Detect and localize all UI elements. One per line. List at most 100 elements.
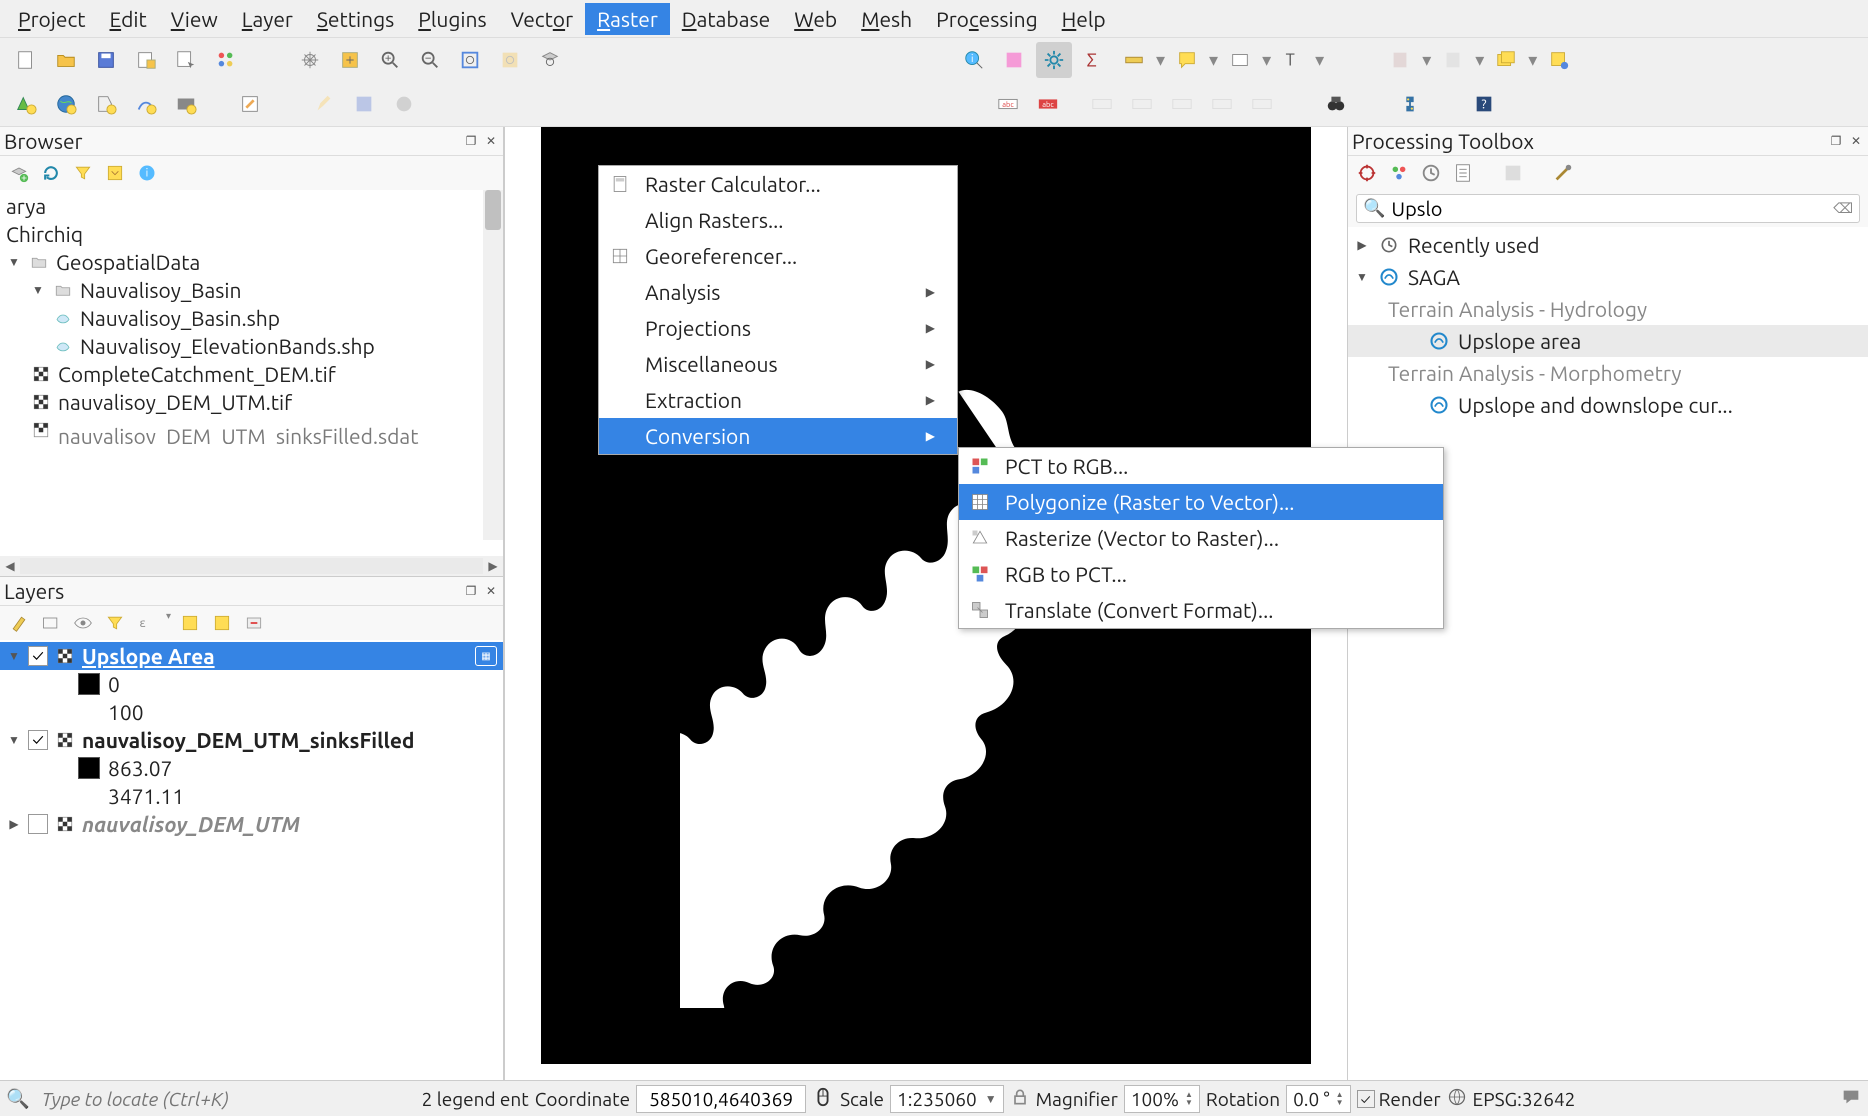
menu-raster[interactable]: Raster bbox=[585, 3, 670, 35]
menu-item-rasterize[interactable]: Rasterize (Vector to Raster)... bbox=[959, 520, 1443, 556]
menu-item-extraction[interactable]: Extraction▶ bbox=[599, 382, 957, 418]
expression-icon[interactable]: ε bbox=[134, 610, 160, 636]
clear-icon[interactable]: ⌫ bbox=[1833, 200, 1853, 217]
history-icon[interactable] bbox=[1418, 160, 1444, 186]
paste-icon[interactable] bbox=[1382, 42, 1418, 78]
style-icon[interactable] bbox=[6, 610, 32, 636]
menu-item-align-rasters[interactable]: Align Rasters... bbox=[599, 202, 957, 238]
undock-icon[interactable]: ❐ bbox=[462, 132, 480, 150]
gear-icon[interactable] bbox=[1036, 42, 1072, 78]
collapse-all-icon[interactable] bbox=[209, 610, 235, 636]
browser-item[interactable]: Chirchiq bbox=[2, 220, 503, 248]
properties-icon[interactable]: i bbox=[134, 160, 160, 186]
text-annotation-icon[interactable]: T bbox=[1275, 42, 1311, 78]
new-project-icon[interactable] bbox=[8, 42, 44, 78]
processing-search[interactable]: 🔍 ⌫ bbox=[1356, 194, 1860, 223]
label-tool-3-icon[interactable] bbox=[1164, 86, 1200, 122]
zoom-layer-icon[interactable] bbox=[532, 42, 568, 78]
layers-tree[interactable]: ▼ ✓ Upslope Area ▦ 0 100 ▼ ✓ nauvalisoy_… bbox=[0, 640, 503, 1080]
undock-icon[interactable]: ❐ bbox=[462, 582, 480, 600]
proc-item[interactable]: Terrain Analysis - Hydrology bbox=[1348, 293, 1868, 325]
menu-item-pct-to-rgb[interactable]: PCT to RGB... bbox=[959, 448, 1443, 484]
label-tool-1-icon[interactable] bbox=[1084, 86, 1120, 122]
model-icon[interactable] bbox=[1386, 160, 1412, 186]
lock-icon[interactable] bbox=[1010, 1087, 1030, 1111]
proc-item[interactable]: Terrain Analysis - Morphometry bbox=[1348, 357, 1868, 389]
collapse-all-icon[interactable] bbox=[102, 160, 128, 186]
toolbox-icon[interactable] bbox=[1354, 160, 1380, 186]
magnifier-input[interactable]: 100%▲▼ bbox=[1124, 1085, 1200, 1113]
close-icon[interactable]: ✕ bbox=[482, 582, 500, 600]
checkbox-icon[interactable]: ✓ bbox=[28, 646, 48, 666]
proc-item[interactable]: Upslope area bbox=[1348, 325, 1868, 357]
processing-tree[interactable]: ▶Recently used ▼SAGA Terrain Analysis - … bbox=[1348, 227, 1868, 1080]
add-vector-icon[interactable] bbox=[8, 86, 44, 122]
mouse-icon[interactable] bbox=[812, 1086, 834, 1112]
add-raster-icon[interactable] bbox=[48, 86, 84, 122]
browser-item[interactable]: Nauvalisoy_ElevationBands.shp bbox=[2, 332, 503, 360]
layer-row[interactable]: ▼ ✓ nauvalisoy_DEM_UTM_sinksFilled bbox=[0, 726, 503, 754]
checkbox-icon[interactable]: ✓ bbox=[28, 730, 48, 750]
add-group-icon[interactable] bbox=[38, 610, 64, 636]
style-manager-icon[interactable] bbox=[208, 42, 244, 78]
add-layer-icon[interactable] bbox=[6, 160, 32, 186]
expand-all-icon[interactable] bbox=[177, 610, 203, 636]
save-icon[interactable] bbox=[88, 42, 124, 78]
new-memory-icon[interactable] bbox=[168, 86, 204, 122]
binoculars-icon[interactable] bbox=[1318, 86, 1354, 122]
zoom-in-icon[interactable] bbox=[372, 42, 408, 78]
browser-item[interactable]: ▼GeospatialData bbox=[2, 248, 503, 276]
menu-item-conversion[interactable]: Conversion▶ bbox=[599, 418, 957, 454]
menu-database[interactable]: Database bbox=[670, 3, 782, 35]
menu-item-projections[interactable]: Projections▶ bbox=[599, 310, 957, 346]
label-tool-4-icon[interactable] bbox=[1204, 86, 1240, 122]
pan-icon[interactable] bbox=[292, 42, 328, 78]
proc-item[interactable]: Upslope and downslope cur... bbox=[1348, 389, 1868, 421]
label-red-icon[interactable]: abc bbox=[1030, 86, 1066, 122]
layer-row[interactable]: ▼ ✓ Upslope Area ▦ bbox=[0, 642, 503, 670]
label-tool-2-icon[interactable] bbox=[1124, 86, 1160, 122]
menu-settings[interactable]: Settings bbox=[305, 3, 406, 35]
menu-plugins[interactable]: Plugins bbox=[406, 3, 498, 35]
filter-icon[interactable] bbox=[102, 610, 128, 636]
menu-item-analysis[interactable]: Analysis▶ bbox=[599, 274, 957, 310]
open-icon[interactable] bbox=[48, 42, 84, 78]
close-icon[interactable]: ✕ bbox=[482, 132, 500, 150]
new-vector-icon[interactable] bbox=[1435, 42, 1471, 78]
options-icon[interactable] bbox=[1550, 160, 1576, 186]
crs-icon[interactable] bbox=[1447, 1087, 1467, 1111]
search-input[interactable] bbox=[1391, 197, 1833, 220]
proc-item[interactable]: ▼SAGA bbox=[1348, 261, 1868, 293]
proc-item[interactable]: ▶Recently used bbox=[1348, 229, 1868, 261]
spatial-bookmark-icon[interactable] bbox=[1541, 42, 1577, 78]
layer-group-icon[interactable] bbox=[1488, 42, 1524, 78]
action-icon[interactable] bbox=[996, 42, 1032, 78]
browser-item[interactable]: Nauvalisoy_Basin.shp bbox=[2, 304, 503, 332]
scrollbar-vertical[interactable] bbox=[483, 190, 503, 540]
rotation-input[interactable]: 0.0 °▲▼ bbox=[1286, 1085, 1351, 1113]
menu-layer[interactable]: Layer bbox=[230, 3, 305, 35]
filter-icon[interactable] bbox=[70, 160, 96, 186]
menu-view[interactable]: View bbox=[159, 3, 230, 35]
measure-icon[interactable] bbox=[1116, 42, 1152, 78]
new-shapefile-icon[interactable] bbox=[88, 86, 124, 122]
checkbox-icon[interactable] bbox=[28, 814, 48, 834]
remove-layer-icon[interactable] bbox=[241, 610, 267, 636]
menu-processing[interactable]: Processing bbox=[924, 3, 1049, 35]
new-print-layout-icon[interactable] bbox=[128, 42, 164, 78]
layer-row[interactable]: ▶ nauvalisoy_DEM_UTM bbox=[0, 810, 503, 838]
new-bookmark-icon[interactable] bbox=[1222, 42, 1258, 78]
sigma-icon[interactable]: Σ bbox=[1076, 42, 1112, 78]
identify-icon[interactable]: i bbox=[956, 42, 992, 78]
menu-edit[interactable]: Edit bbox=[98, 3, 159, 35]
map-tips-icon[interactable] bbox=[1169, 42, 1205, 78]
new-virtual-icon[interactable] bbox=[128, 86, 164, 122]
save-edits-icon[interactable] bbox=[346, 86, 382, 122]
browser-item[interactable]: CompleteCatchment_DEM.tif bbox=[2, 360, 503, 388]
scale-input[interactable]: 1:235060▼ bbox=[890, 1085, 1004, 1113]
undock-icon[interactable]: ❐ bbox=[1827, 132, 1845, 150]
browser-item[interactable]: ▼Nauvalisoy_Basin bbox=[2, 276, 503, 304]
coordinate-input[interactable] bbox=[636, 1085, 806, 1113]
zoom-full-icon[interactable] bbox=[452, 42, 488, 78]
menu-help[interactable]: Help bbox=[1050, 3, 1118, 35]
